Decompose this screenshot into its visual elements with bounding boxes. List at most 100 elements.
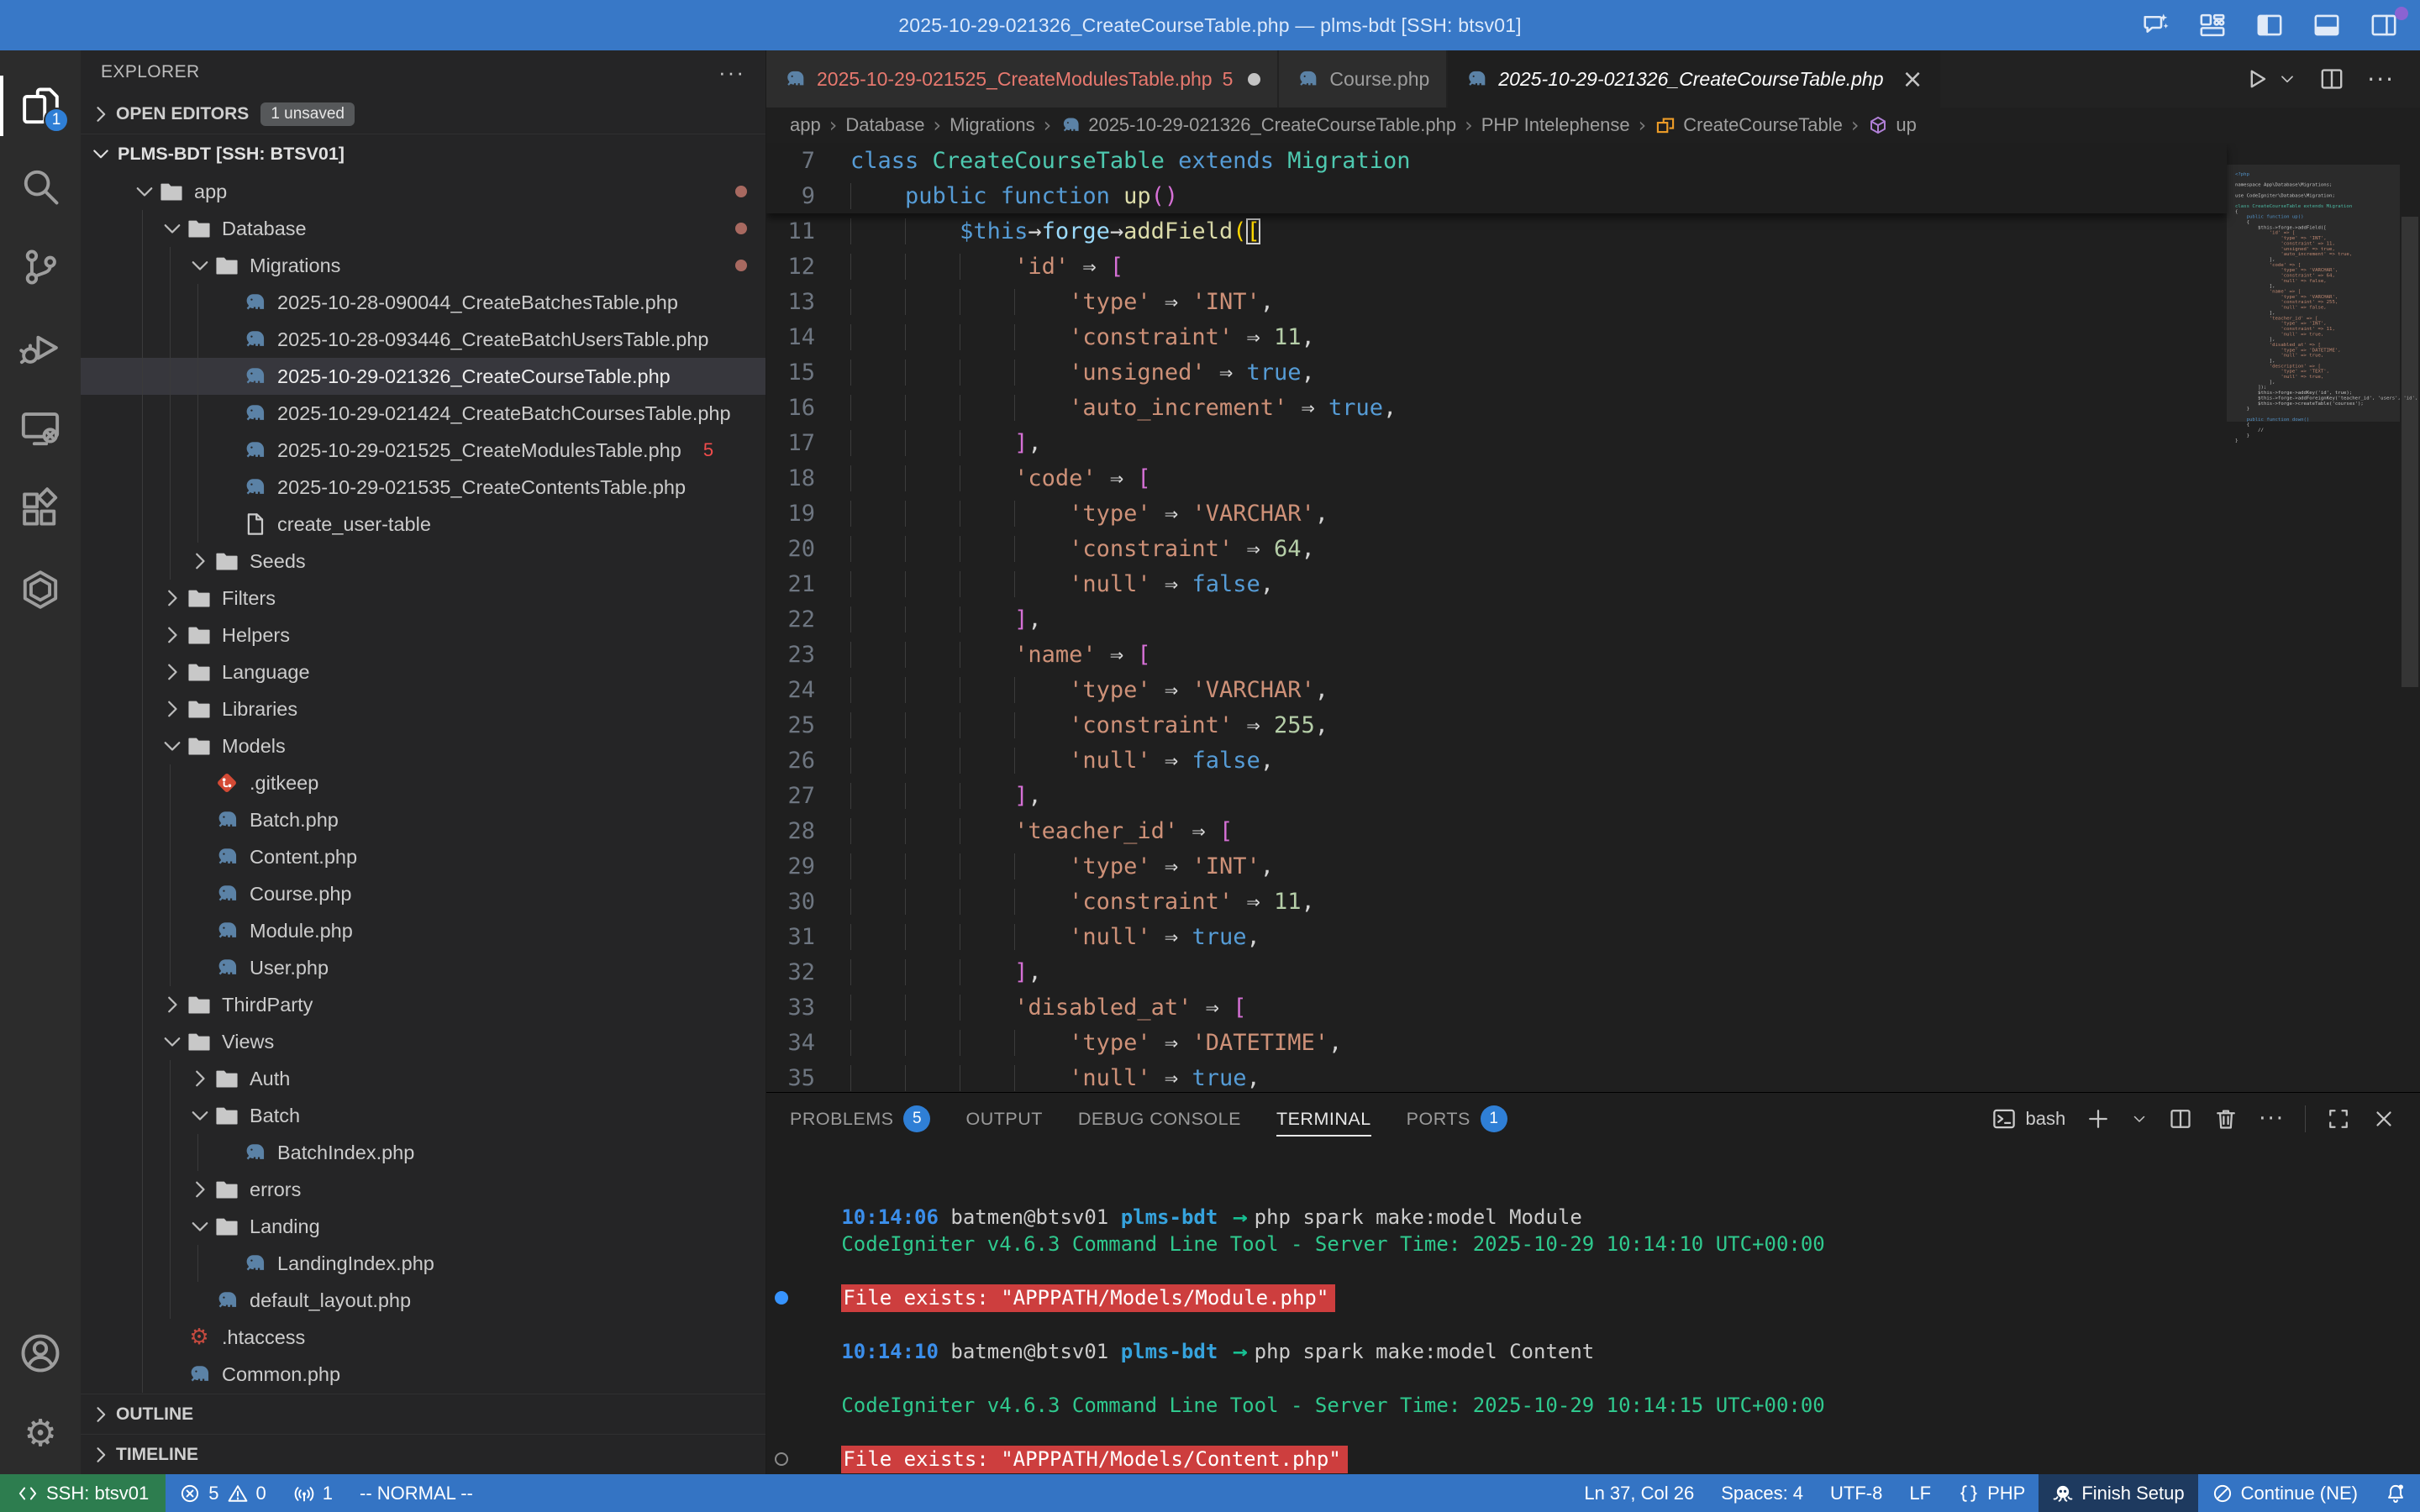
minimap[interactable]: <?php namespace App\Database\Migrations;… <box>2227 143 2400 1092</box>
panel-tab-problems[interactable]: PROBLEMS 5 <box>790 1093 930 1145</box>
tree-item[interactable]: 2025-10-29-021326_CreateCourseTable.php <box>81 358 765 395</box>
tree-item[interactable]: Content.php <box>81 838 765 875</box>
tree-item[interactable]: .gitkeep <box>81 764 765 801</box>
code-line[interactable]: 26 'null' ⇒ false, <box>766 743 2420 778</box>
maximize-panel-button[interactable] <box>2326 1106 2351 1131</box>
code-line[interactable]: 16 'auto_increment' ⇒ true, <box>766 390 2420 425</box>
code-line[interactable]: 20 'constraint' ⇒ 64, <box>766 531 2420 566</box>
outline-section[interactable]: OUTLINE <box>81 1394 765 1434</box>
breadcrumb-item[interactable]: Migrations <box>950 114 1034 136</box>
activity-run-debug-button[interactable] <box>0 307 81 388</box>
more-actions-button[interactable]: ··· <box>2367 66 2395 93</box>
tree-item[interactable]: Helpers <box>81 617 765 654</box>
status-cursor-position[interactable]: Ln 37, Col 26 <box>1570 1474 1707 1512</box>
code-line[interactable]: 15 'unsigned' ⇒ true, <box>766 354 2420 390</box>
tree-item[interactable]: User.php <box>81 949 765 986</box>
breadcrumb-item[interactable]: PHP Intelephense <box>1481 114 1630 136</box>
activity-extensions-button[interactable] <box>0 469 81 549</box>
status-continue[interactable]: Continue (NE) <box>2198 1474 2371 1512</box>
tree-item[interactable]: Views <box>81 1023 765 1060</box>
code-line[interactable]: 33 'disabled_at' ⇒ [ <box>766 990 2420 1025</box>
tree-item[interactable]: create_user-table <box>81 506 765 543</box>
tree-item[interactable]: 2025-10-29-021525_CreateModulesTable.php… <box>81 432 765 469</box>
status-language[interactable]: PHP <box>1944 1474 2039 1512</box>
status-vim-mode[interactable]: -- NORMAL -- <box>346 1474 487 1512</box>
tree-item[interactable]: Filters <box>81 580 765 617</box>
breadcrumb-item[interactable]: CreateCourseTable <box>1655 114 1843 136</box>
tree-item[interactable]: Common.php <box>81 1356 765 1393</box>
toggle-sidebar-icon[interactable] <box>2255 11 2284 39</box>
code-line[interactable]: 31 'null' ⇒ true, <box>766 919 2420 954</box>
tree-item[interactable]: Language <box>81 654 765 690</box>
command-decoration[interactable] <box>775 1291 788 1305</box>
code-line[interactable]: 34 'type' ⇒ 'DATETIME', <box>766 1025 2420 1060</box>
tree-item[interactable]: default_layout.php <box>81 1282 765 1319</box>
code-line[interactable]: 14 'constraint' ⇒ 11, <box>766 319 2420 354</box>
panel-tab-terminal[interactable]: TERMINAL <box>1276 1093 1371 1145</box>
split-terminal-button[interactable] <box>2168 1106 2193 1131</box>
tree-item[interactable]: 2025-10-28-093446_CreateBatchUsersTable.… <box>81 321 765 358</box>
status-notifications[interactable] <box>2371 1474 2420 1512</box>
split-editor-button[interactable] <box>2318 66 2345 92</box>
code-line[interactable]: 12 'id' ⇒ [ <box>766 249 2420 284</box>
close-panel-button[interactable] <box>2371 1106 2396 1131</box>
editor-tab[interactable]: 2025-10-29-021525_CreateModulesTable.php… <box>766 50 1277 108</box>
code-line[interactable]: 18 'code' ⇒ [ <box>766 460 2420 496</box>
status-problems[interactable]: 5 0 <box>166 1474 280 1512</box>
customize-layout-icon[interactable] <box>2198 11 2227 39</box>
toggle-panel-icon[interactable] <box>2312 11 2341 39</box>
copilot-chat-icon[interactable] <box>2141 11 2170 39</box>
toggle-secondary-sidebar-icon[interactable] <box>2370 11 2398 39</box>
code-editor[interactable]: 11 $this→forge→addField([ 12 'id' ⇒ [ 13… <box>766 143 2420 1092</box>
code-line[interactable]: 19 'type' ⇒ 'VARCHAR', <box>766 496 2420 531</box>
code-line[interactable]: 24 'type' ⇒ 'VARCHAR', <box>766 672 2420 707</box>
tree-item[interactable]: Batch.php <box>81 801 765 838</box>
tree-item[interactable]: 2025-10-29-021535_CreateContentsTable.ph… <box>81 469 765 506</box>
status-eol[interactable]: LF <box>1896 1474 1944 1512</box>
code-line[interactable]: 32 ], <box>766 954 2420 990</box>
tree-item[interactable]: Module.php <box>81 912 765 949</box>
code-line[interactable]: 21 'null' ⇒ false, <box>766 566 2420 601</box>
code-line[interactable]: 28 'teacher_id' ⇒ [ <box>766 813 2420 848</box>
terminal[interactable]: 10:14:06 batmen@btsv01 plms-bdt → php sp… <box>766 1145 2420 1474</box>
code-line[interactable]: 9 public function up() <box>766 178 2227 213</box>
editor-tab[interactable]: 2025-10-29-021326_CreateCourseTable.php … <box>1448 50 1939 108</box>
panel-tab-debug-console[interactable]: DEBUG CONSOLE <box>1078 1093 1241 1145</box>
open-editors-section[interactable]: OPEN EDITORS 1 unsaved <box>81 94 765 134</box>
tree-item[interactable]: Seeds <box>81 543 765 580</box>
code-line[interactable]: 23 'name' ⇒ [ <box>766 637 2420 672</box>
code-line[interactable]: 17 ], <box>766 425 2420 460</box>
chevron-down-icon[interactable] <box>2278 70 2296 88</box>
editor-scrollbar[interactable] <box>2400 143 2420 1092</box>
breadcrumb-item[interactable]: 2025-10-29-021326_CreateCourseTable.php <box>1060 114 1456 136</box>
command-decoration[interactable] <box>775 1452 788 1466</box>
code-line[interactable]: 30 'constraint' ⇒ 11, <box>766 884 2420 919</box>
tree-item[interactable]: ThirdParty <box>81 986 765 1023</box>
activity-search-button[interactable] <box>0 146 81 227</box>
new-terminal-button[interactable] <box>2086 1106 2111 1131</box>
tree-item[interactable]: Libraries <box>81 690 765 727</box>
breadcrumb-item[interactable]: Database <box>845 114 924 136</box>
chevron-down-icon[interactable] <box>2131 1110 2148 1127</box>
code-line[interactable]: 11 $this→forge→addField([ <box>766 213 2420 249</box>
activity-settings-button[interactable]: ⚙ <box>0 1394 81 1474</box>
tree-item[interactable]: Course.php <box>81 875 765 912</box>
status-feedback[interactable]: 1 <box>280 1474 346 1512</box>
tree-item[interactable]: Landing <box>81 1208 765 1245</box>
tree-item[interactable]: Models <box>81 727 765 764</box>
tree-item[interactable]: Database <box>81 210 765 247</box>
scrollbar-slider[interactable] <box>2402 217 2418 687</box>
tree-item[interactable]: errors <box>81 1171 765 1208</box>
status-encoding[interactable]: UTF-8 <box>1817 1474 1896 1512</box>
tree-item[interactable]: app <box>81 173 765 210</box>
tree-item[interactable]: Auth <box>81 1060 765 1097</box>
timeline-section[interactable]: TIMELINE <box>81 1434 765 1474</box>
code-line[interactable]: 13 'type' ⇒ 'INT', <box>766 284 2420 319</box>
close-icon[interactable]: × <box>1902 65 1923 94</box>
kill-terminal-button[interactable] <box>2213 1106 2238 1131</box>
status-remote[interactable]: SSH: btsv01 <box>0 1474 166 1512</box>
tree-item[interactable]: 2025-10-28-090044_CreateBatchesTable.php <box>81 284 765 321</box>
panel-tab-output[interactable]: OUTPUT <box>965 1093 1042 1145</box>
explorer-more-actions-button[interactable]: ··· <box>718 60 745 86</box>
code-line[interactable]: 22 ], <box>766 601 2420 637</box>
